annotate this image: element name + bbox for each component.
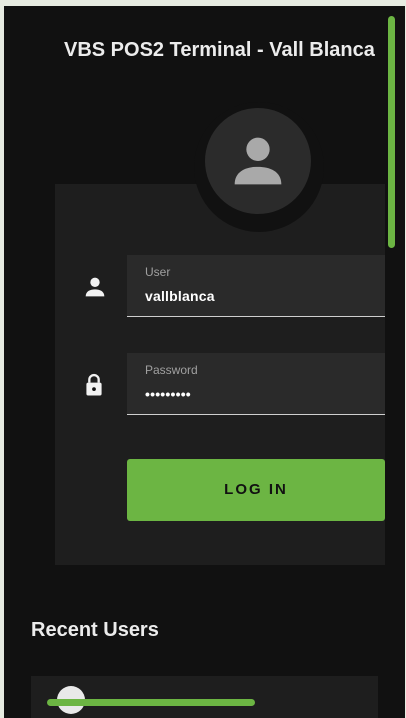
user-field-label: User bbox=[145, 265, 171, 279]
person-icon bbox=[234, 137, 282, 185]
password-field-value[interactable]: ••••••••• bbox=[145, 386, 191, 402]
app-viewport: VBS POS2 Terminal - Vall Blanca User val… bbox=[4, 6, 405, 718]
recent-users-heading: Recent Users bbox=[31, 619, 159, 641]
password-field[interactable]: Password ••••••••• bbox=[127, 353, 385, 415]
avatar bbox=[205, 108, 311, 214]
user-field-value[interactable]: vallblanca bbox=[145, 288, 215, 304]
login-button[interactable]: LOG IN bbox=[127, 459, 385, 521]
user-field[interactable]: User vallblanca bbox=[127, 255, 385, 317]
vertical-scrollbar[interactable] bbox=[388, 16, 395, 248]
page-title: VBS POS2 Terminal - Vall Blanca bbox=[64, 39, 375, 61]
recent-user-item[interactable] bbox=[31, 676, 378, 718]
lock-icon bbox=[86, 373, 102, 396]
password-field-label: Password bbox=[145, 363, 198, 377]
horizontal-scrollbar[interactable] bbox=[47, 699, 255, 706]
person-icon bbox=[85, 277, 105, 297]
